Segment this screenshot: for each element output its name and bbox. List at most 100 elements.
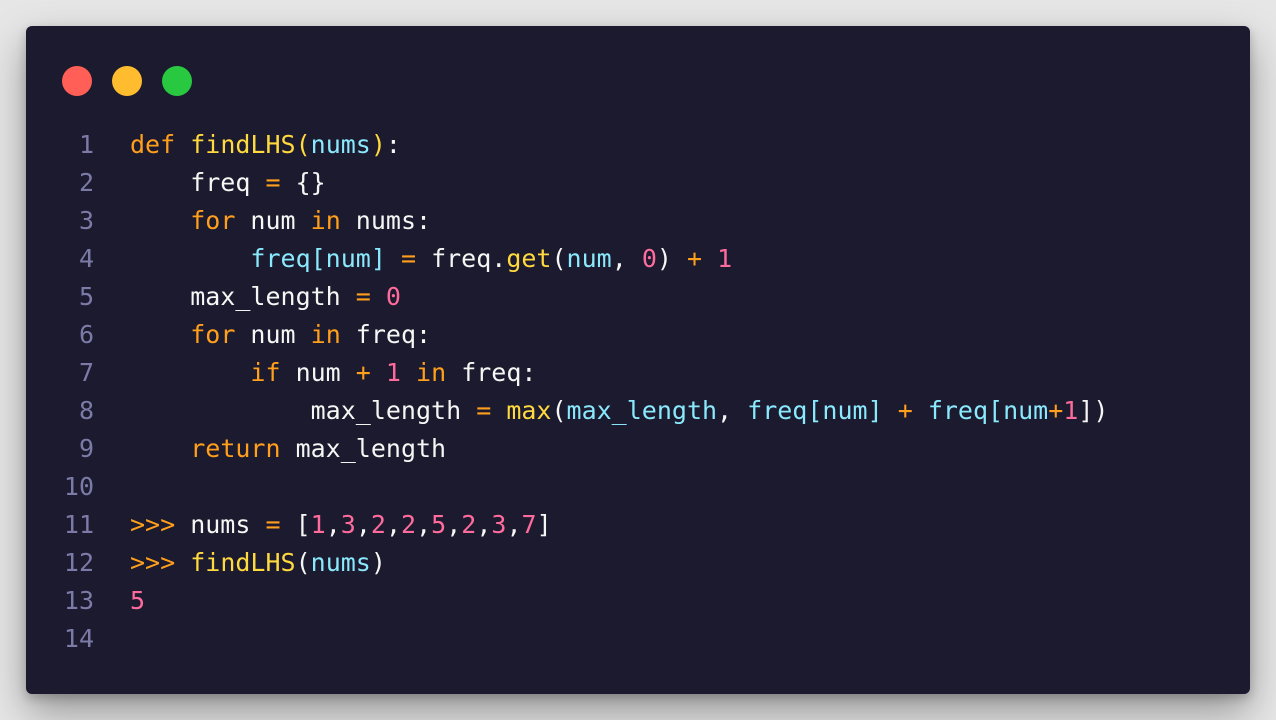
code-line: 3 for num in nums: — [26, 202, 1250, 240]
code-line: 8 max_length = max(max_length, freq[num]… — [26, 392, 1250, 430]
code-token-number: 0 — [641, 244, 657, 273]
code-text: for num in freq: — [130, 316, 431, 354]
code-token-plain: ) — [656, 244, 687, 273]
line-number: 11 — [63, 510, 94, 539]
code-token-plain: ] — [536, 510, 552, 539]
line-number: 2 — [78, 168, 94, 197]
code-text: >>> nums = [1,3,2,2,5,2,3,7] — [130, 506, 552, 544]
code-token-plain: nums — [175, 510, 266, 539]
code-token-keyword: for — [190, 206, 236, 235]
line-number: 10 — [63, 472, 94, 501]
code-token-plain: num — [235, 206, 311, 235]
code-token-plain: , — [611, 244, 642, 273]
code-token-plain: , — [385, 510, 402, 539]
line-number: 4 — [78, 244, 94, 273]
code-token-number: 1 — [385, 358, 401, 387]
code-token-number: 1 — [717, 244, 733, 273]
code-token-plain: , — [325, 510, 341, 539]
code-text: if num + 1 in freq: — [130, 354, 536, 392]
code-token-function: ) — [370, 130, 386, 159]
code-text: for num in nums: — [130, 202, 431, 240]
code-line: 10 — [26, 468, 1250, 506]
code-text: freq = {} — [130, 164, 326, 202]
code-token-function: max — [506, 396, 552, 425]
code-line: 1 def findLHS(nums): — [26, 126, 1250, 164]
code-token-plain: max_length — [280, 434, 447, 463]
line-number: 1 — [78, 130, 94, 159]
code-token-plain: ( — [551, 396, 567, 425]
code-token-keyword: = — [476, 396, 492, 425]
code-token-keyword: = — [265, 168, 281, 197]
line-number: 13 — [63, 586, 94, 615]
code-token-plain: max_length — [130, 396, 477, 425]
code-token-keyword: if — [250, 358, 281, 387]
code-token-keyword: for — [190, 320, 236, 349]
code-token-keyword: + — [1048, 396, 1064, 425]
code-token-plain: , — [717, 396, 748, 425]
code-line: 11 >>> nums = [1,3,2,2,5,2,3,7] — [26, 506, 1250, 544]
minimize-dot-icon[interactable] — [112, 66, 142, 96]
code-token-number: 3 — [340, 510, 356, 539]
code-token-number: 1 — [310, 510, 326, 539]
code-line: 12 >>> findLHS(nums) — [26, 544, 1250, 582]
code-token-plain: : — [385, 130, 401, 159]
code-token-keyword: return — [190, 434, 281, 463]
code-token-plain: , — [416, 510, 432, 539]
code-window: 1 def findLHS(nums): 2 freq = {} 3 for num … — [26, 26, 1250, 694]
code-token-keyword: = — [400, 244, 417, 273]
code-token-keyword: + — [897, 396, 913, 425]
code-line: 6 for num in freq: — [26, 316, 1250, 354]
code-token-keyword: >>> — [130, 548, 176, 577]
code-text: >>> findLHS(nums) — [130, 544, 386, 582]
maximize-dot-icon[interactable] — [162, 66, 192, 96]
code-text: 5 — [130, 582, 145, 620]
code-token-plain: ]) — [1078, 396, 1109, 425]
code-token-number: 7 — [521, 510, 537, 539]
code-token-plain: num — [235, 320, 311, 349]
code-token-plain: {} — [280, 168, 326, 197]
code-token-number: 0 — [385, 282, 401, 311]
code-token-number: 2 — [401, 510, 417, 539]
code-token-keyword: in — [310, 320, 341, 349]
line-number: 5 — [78, 282, 94, 311]
line-number: 12 — [63, 548, 94, 577]
code-text: max_length = 0 — [130, 278, 401, 316]
code-token-plain: freq: — [446, 358, 537, 387]
code-token-number: 1 — [1063, 396, 1079, 425]
code-token-plain: , — [355, 510, 371, 539]
code-token-keyword: def — [130, 130, 176, 159]
code-token-param: freq[num] — [250, 244, 386, 273]
code-token-function: get — [506, 244, 552, 273]
code-token-plain: ( — [295, 548, 311, 577]
code-token-plain: , — [506, 510, 522, 539]
code-token-function: ( — [295, 130, 311, 159]
code-token-plain: ) — [370, 548, 386, 577]
code-token-keyword: + — [686, 244, 703, 273]
close-dot-icon[interactable] — [62, 66, 92, 96]
code-token-number: 5 — [130, 586, 146, 615]
line-number: 3 — [78, 206, 94, 235]
code-line: 5 max_length = 0 — [26, 278, 1250, 316]
line-number: 6 — [78, 320, 94, 349]
code-token-number: 5 — [431, 510, 447, 539]
code-token-plain: freq: — [340, 320, 432, 349]
code-token-plain: num — [280, 358, 356, 387]
code-line: 13 5 — [26, 582, 1250, 620]
code-token-plain: nums: — [340, 206, 432, 235]
code-token-param: freq[num] — [747, 396, 883, 425]
code-line: 14 — [26, 620, 1250, 658]
code-token-function: findLHS — [190, 130, 296, 159]
